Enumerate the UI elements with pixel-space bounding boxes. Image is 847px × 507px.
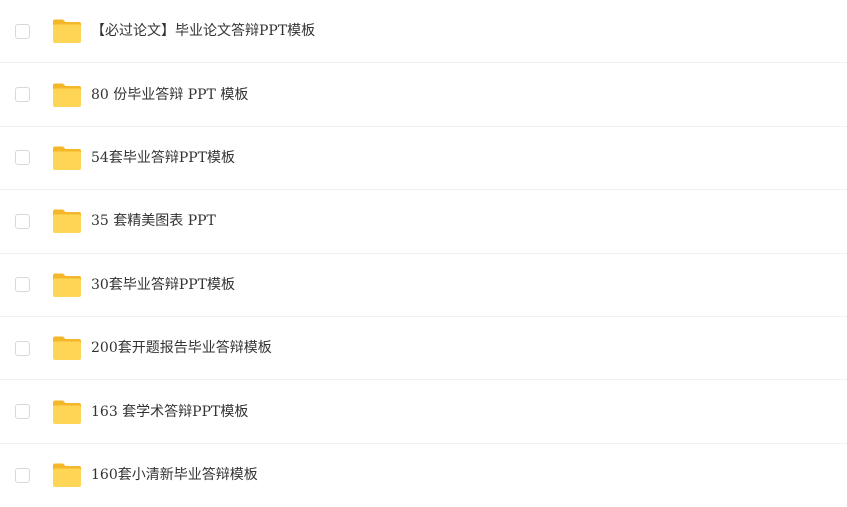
folder-icon [52, 462, 82, 488]
file-row[interactable]: 200套开题报告毕业答辩模板 [0, 317, 847, 381]
file-name[interactable]: 160套小清新毕业答辩模板 [91, 466, 258, 484]
row-checkbox[interactable] [15, 277, 30, 293]
folder-icon [52, 272, 82, 298]
file-name[interactable]: 30套毕业答辩PPT模板 [91, 276, 235, 294]
folder-icon [52, 18, 82, 44]
file-row[interactable]: 160套小清新毕业答辩模板 [0, 444, 847, 507]
file-row[interactable]: 163 套学术答辩PPT模板 [0, 380, 847, 444]
row-checkbox[interactable] [15, 87, 30, 103]
row-checkbox[interactable] [15, 213, 30, 229]
file-name[interactable]: 163 套学术答辩PPT模板 [91, 403, 248, 421]
row-checkbox[interactable] [15, 23, 30, 39]
file-row[interactable]: 35 套精美图表 PPT [0, 190, 847, 254]
row-checkbox[interactable] [15, 340, 30, 356]
file-list: 【必过论文】毕业论文答辩PPT模板 80 份毕业答辩 PPT 模板 54套毕业答… [0, 0, 847, 494]
folder-icon [52, 145, 82, 171]
file-name[interactable]: 35 套精美图表 PPT [91, 212, 216, 230]
row-checkbox[interactable] [15, 404, 30, 420]
row-checkbox[interactable] [15, 150, 30, 166]
row-checkbox[interactable] [15, 467, 30, 483]
file-row[interactable]: 【必过论文】毕业论文答辩PPT模板 [0, 0, 847, 64]
file-row[interactable]: 80 份毕业答辩 PPT 模板 [0, 63, 847, 127]
folder-icon [52, 208, 82, 234]
file-name[interactable]: 200套开题报告毕业答辩模板 [91, 339, 272, 357]
folder-icon [52, 82, 82, 108]
folder-icon [52, 335, 82, 361]
file-name[interactable]: 80 份毕业答辩 PPT 模板 [91, 86, 248, 104]
folder-icon [52, 399, 82, 425]
file-row[interactable]: 30套毕业答辩PPT模板 [0, 254, 847, 317]
file-row[interactable]: 54套毕业答辩PPT模板 [0, 127, 847, 191]
file-name[interactable]: 【必过论文】毕业论文答辩PPT模板 [91, 22, 315, 40]
file-name[interactable]: 54套毕业答辩PPT模板 [91, 149, 235, 167]
